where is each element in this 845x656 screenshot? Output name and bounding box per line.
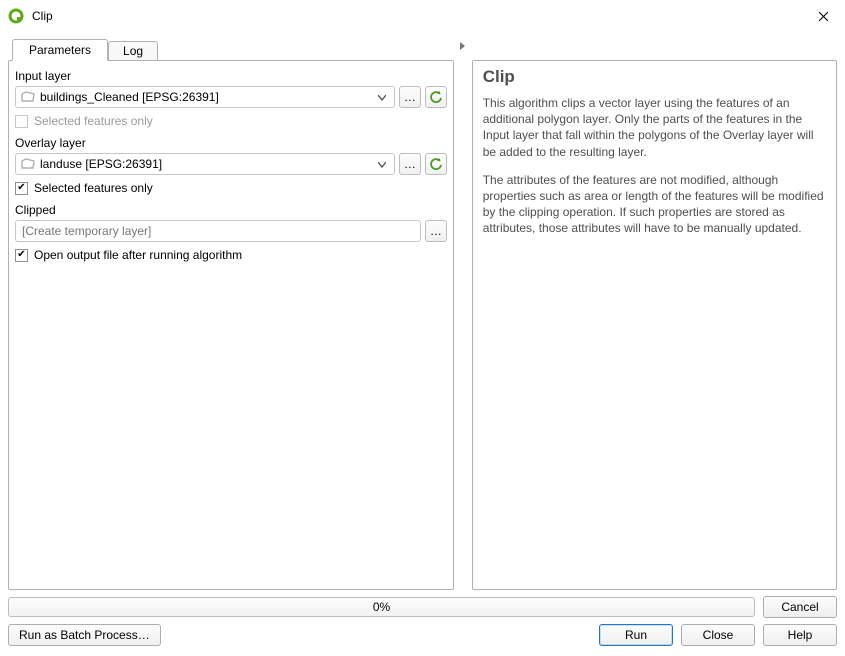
tab-label: Log <box>123 44 143 58</box>
input-layer-combo[interactable]: buildings_Cleaned [EPSG:26391] <box>15 86 395 108</box>
panel-collapse-handle[interactable] <box>458 38 468 590</box>
refresh-icon <box>429 90 443 104</box>
help-paragraph: This algorithm clips a vector layer usin… <box>483 95 826 160</box>
dialog-window: Clip Parameters Log Input layer <box>0 0 845 656</box>
ellipsis-icon: … <box>404 157 416 171</box>
dialog-footer: 0% Cancel Run as Batch Process… Run Clos… <box>0 590 845 656</box>
run-button[interactable]: Run <box>599 624 673 646</box>
polygon-layer-icon <box>20 91 36 103</box>
tab-bar: Parameters Log <box>8 38 454 60</box>
run-batch-button[interactable]: Run as Batch Process… <box>8 624 161 646</box>
dialog-body: Parameters Log Input layer buildings_Cle… <box>0 32 845 590</box>
ellipsis-icon: … <box>404 90 416 104</box>
overlay-selected-only-row[interactable]: ✔ Selected features only <box>15 181 447 195</box>
overlay-layer-label: Overlay layer <box>15 136 447 150</box>
tab-label: Parameters <box>29 43 91 57</box>
left-column: Parameters Log Input layer buildings_Cle… <box>8 38 454 590</box>
input-selected-only-row: Selected features only <box>15 114 447 128</box>
help-panel: Clip This algorithm clips a vector layer… <box>472 60 837 590</box>
progress-text: 0% <box>373 600 390 614</box>
ellipsis-icon: … <box>430 224 442 238</box>
clipped-label: Clipped <box>15 203 447 217</box>
close-button[interactable]: Close <box>681 624 755 646</box>
help-paragraph: The attributes of the features are not m… <box>483 172 826 237</box>
polygon-layer-icon <box>20 158 36 170</box>
help-title: Clip <box>483 67 826 87</box>
overlay-layer-value: landuse [EPSG:26391] <box>40 157 374 171</box>
chevron-down-icon <box>374 157 390 171</box>
chevron-down-icon <box>374 90 390 104</box>
open-output-checkbox[interactable]: ✔ <box>15 249 28 262</box>
button-label: Help <box>788 628 813 642</box>
input-layer-iterate-button[interactable] <box>425 86 447 108</box>
progress-bar: 0% <box>8 597 755 617</box>
refresh-icon <box>429 157 443 171</box>
button-label: Run as Batch Process… <box>19 628 150 642</box>
button-label: Cancel <box>781 600 818 614</box>
input-selected-only-checkbox <box>15 115 28 128</box>
button-label: Close <box>703 628 734 642</box>
window-title: Clip <box>32 9 801 23</box>
input-layer-browse-button[interactable]: … <box>399 86 421 108</box>
clipped-output-input[interactable]: [Create temporary layer] <box>15 220 421 242</box>
open-output-label: Open output file after running algorithm <box>34 248 242 262</box>
qgis-app-icon <box>8 8 24 24</box>
button-label: Run <box>625 628 647 642</box>
cancel-button[interactable]: Cancel <box>763 596 837 618</box>
open-output-row[interactable]: ✔ Open output file after running algorit… <box>15 248 447 262</box>
clipped-placeholder: [Create temporary layer] <box>22 224 151 238</box>
parameters-panel: Input layer buildings_Cleaned [EPSG:2639… <box>8 60 454 590</box>
overlay-selected-only-checkbox[interactable]: ✔ <box>15 182 28 195</box>
overlay-layer-iterate-button[interactable] <box>425 153 447 175</box>
window-close-button[interactable] <box>801 1 845 31</box>
tab-log[interactable]: Log <box>108 41 158 61</box>
clipped-output-browse-button[interactable]: … <box>425 220 447 242</box>
overlay-layer-combo[interactable]: landuse [EPSG:26391] <box>15 153 395 175</box>
overlay-selected-only-label: Selected features only <box>34 181 153 195</box>
input-layer-value: buildings_Cleaned [EPSG:26391] <box>40 90 374 104</box>
input-selected-only-label: Selected features only <box>34 114 153 128</box>
tab-parameters[interactable]: Parameters <box>12 39 108 61</box>
titlebar: Clip <box>0 0 845 32</box>
help-button[interactable]: Help <box>763 624 837 646</box>
overlay-layer-browse-button[interactable]: … <box>399 153 421 175</box>
input-layer-label: Input layer <box>15 69 447 83</box>
